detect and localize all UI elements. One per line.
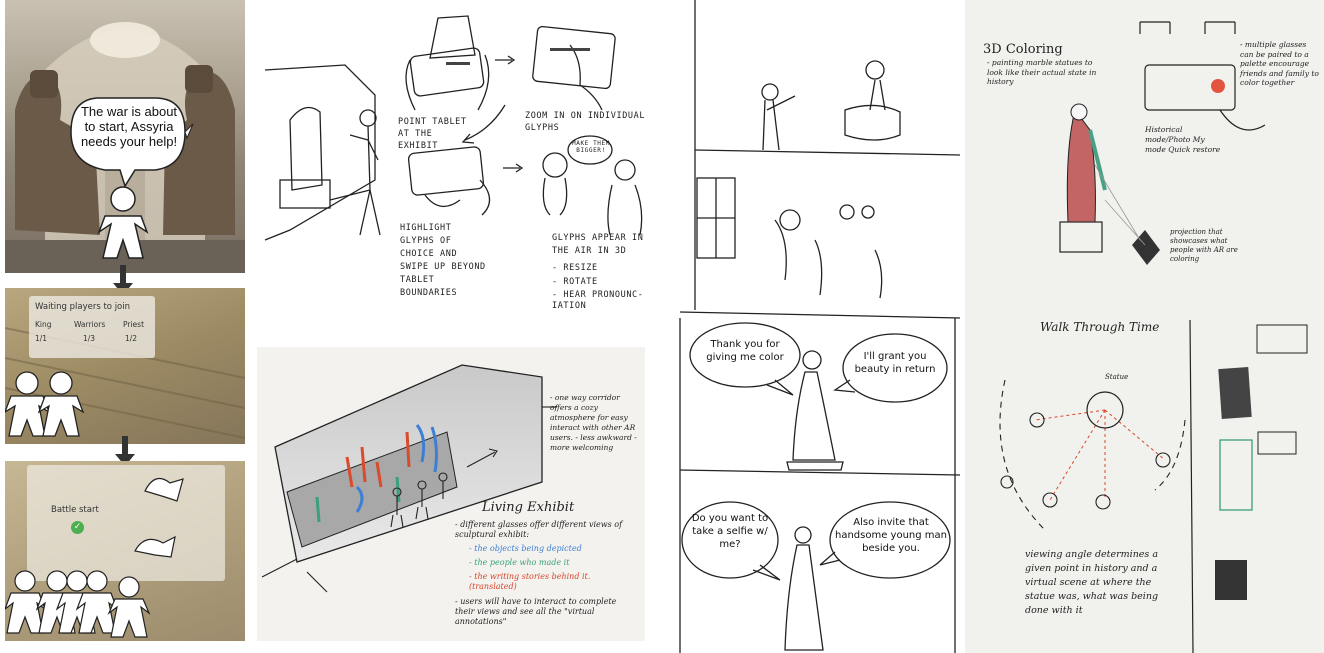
museum-photo-lamassu: The war is about to start, Assyria needs… bbox=[5, 0, 245, 273]
speech-bubble-text: The war is about to start, Assyria needs… bbox=[80, 104, 178, 149]
bubble-beauty: I'll grant you beauty in return bbox=[854, 351, 936, 375]
statue-label: Statue bbox=[1105, 373, 1129, 381]
step1-label: POINT TABLET AT THE EXHIBIT bbox=[398, 117, 467, 151]
battle-figures bbox=[5, 477, 184, 638]
waiting-players-figures bbox=[5, 371, 85, 437]
bubble-invite: Also invite that handsome young man besi… bbox=[835, 517, 947, 554]
step4-item-pronounce: - HEAR PRONOUNC- IATION bbox=[552, 290, 644, 311]
viewing-angle-note: viewing angle determines a given point i… bbox=[1025, 549, 1159, 616]
make-bigger-bubble: MAKE THEM BIGGER! bbox=[572, 140, 610, 154]
step4-item-rotate: - ROTATE bbox=[552, 277, 598, 287]
comic-frames-drawing bbox=[679, 0, 960, 653]
panel-tablet-glyphs: POINT TABLET AT THE EXHIBIT ZOOM IN ON I… bbox=[250, 0, 660, 340]
panel-comic-statue: Thank you for giving me color I'll grant… bbox=[675, 0, 960, 653]
note-users: - users will have to interact to complet… bbox=[455, 597, 617, 626]
coloring-note: - painting marble statues to look like t… bbox=[987, 58, 1097, 86]
pairing-note: - multiple glasses can be paired to a pa… bbox=[1240, 40, 1319, 87]
step2-label: ZOOM IN ON INDIVIDUAL GLYPHS bbox=[525, 111, 646, 133]
panel-living-exhibit: - one way corridor offers a cozy atmosph… bbox=[257, 347, 645, 641]
note-writing: - the writing stories behind it. (transl… bbox=[469, 572, 591, 591]
projection-note: projection that showcases what people wi… bbox=[1170, 228, 1238, 263]
battle-screen: Battle start ✓ bbox=[5, 461, 245, 641]
note-objects: - the objects being depicted bbox=[469, 544, 582, 553]
side-note: - one way corridor offers a cozy atmosph… bbox=[550, 393, 637, 452]
note-views: - different glasses offer different view… bbox=[455, 520, 623, 539]
living-exhibit-title: Living Exhibit bbox=[482, 500, 575, 515]
mode-note: Historical mode/Photo My mode Quick rest… bbox=[1145, 125, 1221, 154]
walk-through-time-title: Walk Through Time bbox=[1040, 320, 1160, 334]
panel-coloring-time: 3D Coloring - painting marble statues to… bbox=[965, 0, 1324, 653]
note-people: - the people who made it bbox=[469, 558, 570, 567]
lobby-screen: Waiting players to join King 1/1 Warrior… bbox=[5, 288, 245, 444]
bubble-selfie: Do you want to take a selfie w/ me? bbox=[691, 513, 769, 550]
step4-item-resize: - RESIZE bbox=[552, 263, 598, 273]
bubble-thank-you: Thank you for giving me color bbox=[706, 339, 784, 363]
coloring-title: 3D Coloring bbox=[983, 42, 1063, 57]
panel-ar-game: The war is about to start, Assyria needs… bbox=[5, 0, 245, 653]
step3-label: HIGHLIGHT GLYPHS OF CHOICE AND SWIPE UP … bbox=[400, 223, 486, 298]
step4-title: GLYPHS APPEAR IN THE AIR IN 3D bbox=[552, 233, 644, 256]
